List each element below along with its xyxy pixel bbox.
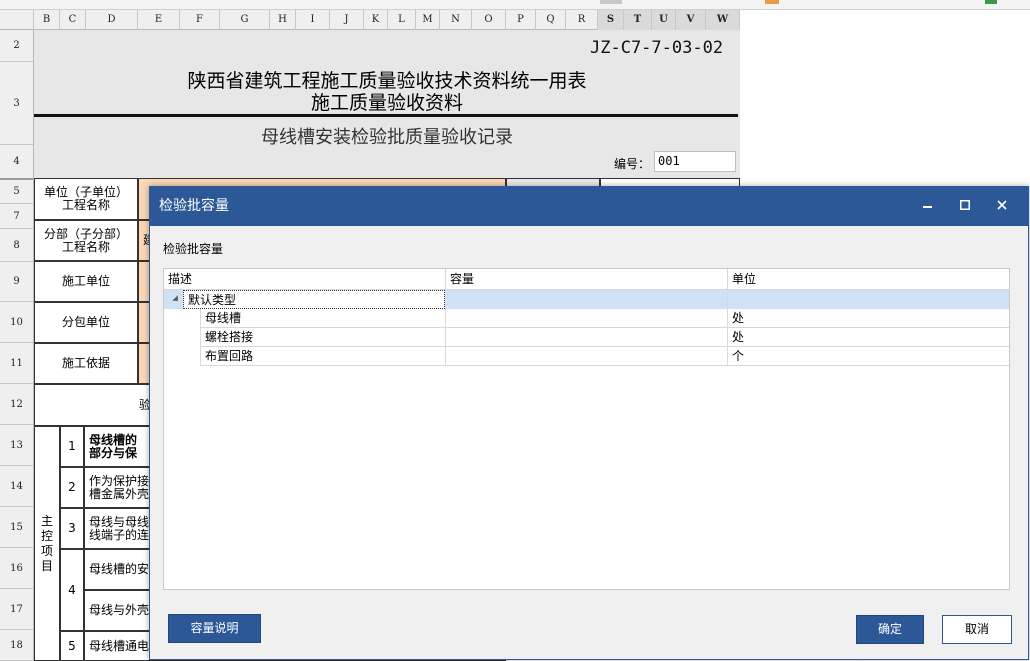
row-capacity[interactable]: [446, 309, 728, 328]
group-row[interactable]: 默认类型: [164, 290, 1009, 309]
row-capacity[interactable]: [446, 347, 728, 366]
row-header-bar: 2 3 4 5 7 8 9 10 11 12 13 14 15 16 17 18: [0, 30, 34, 661]
column-header[interactable]: J: [330, 10, 364, 30]
column-header[interactable]: W: [706, 10, 740, 30]
column-header[interactable]: C: [60, 10, 86, 30]
hidden-row-marker: [0, 178, 33, 180]
form-code: JZ-C7-7-03-02: [590, 38, 724, 58]
column-header[interactable]: H: [270, 10, 296, 30]
row-header[interactable]: 11: [0, 343, 33, 384]
select-all-corner[interactable]: [0, 10, 34, 30]
table-row[interactable]: 螺栓搭接 处: [164, 328, 1009, 347]
ribbon-edge: [0, 0, 1030, 10]
column-header[interactable]: I: [296, 10, 330, 30]
column-header-unit[interactable]: 单位: [728, 269, 1009, 290]
serial-number-cell[interactable]: 001: [654, 151, 736, 172]
row-unit[interactable]: 处: [728, 328, 1009, 347]
dialog-title: 检验批容量: [159, 198, 229, 214]
label-constructor[interactable]: 施工单位: [34, 261, 138, 302]
item-number[interactable]: 1: [60, 426, 84, 467]
column-header-capacity[interactable]: 容量: [446, 269, 728, 290]
column-header[interactable]: F: [180, 10, 220, 30]
dialog-titlebar[interactable]: 检验批容量: [150, 187, 1028, 226]
column-header[interactable]: R: [566, 10, 598, 30]
row-header[interactable]: 7: [0, 204, 33, 229]
serial-label: 编号：: [614, 157, 651, 171]
row-header[interactable]: 3: [0, 62, 33, 145]
row-capacity[interactable]: [446, 328, 728, 347]
row-header[interactable]: 18: [0, 630, 33, 661]
column-header[interactable]: V: [676, 10, 706, 30]
row-header[interactable]: 2: [0, 30, 33, 62]
item-number[interactable]: 4: [60, 549, 84, 631]
column-header[interactable]: Q: [536, 10, 566, 30]
column-header[interactable]: T: [624, 10, 652, 30]
close-icon[interactable]: [984, 187, 1020, 226]
title-rule: [34, 114, 738, 117]
column-header[interactable]: G: [220, 10, 270, 30]
column-header[interactable]: N: [440, 10, 472, 30]
row-description[interactable]: 螺栓搭接: [200, 328, 446, 347]
cancel-button[interactable]: 取消: [942, 615, 1012, 644]
minimize-icon[interactable]: [910, 187, 946, 226]
capacity-help-button[interactable]: 容量说明: [168, 614, 261, 643]
row-header[interactable]: 5: [0, 179, 33, 204]
table-row[interactable]: 母线槽 处: [164, 309, 1009, 328]
table-row[interactable]: 布置回路 个: [164, 347, 1009, 366]
row-unit[interactable]: 个: [728, 347, 1009, 366]
group-row-label[interactable]: 默认类型: [183, 290, 445, 309]
item-number[interactable]: 2: [60, 467, 84, 508]
ok-button[interactable]: 确定: [856, 615, 924, 644]
column-header[interactable]: P: [506, 10, 536, 30]
column-header[interactable]: O: [472, 10, 506, 30]
column-header[interactable]: B: [34, 10, 60, 30]
row-description[interactable]: 母线槽: [200, 309, 446, 328]
column-header[interactable]: U: [652, 10, 676, 30]
row-description[interactable]: 布置回路: [200, 347, 446, 366]
row-header[interactable]: 9: [0, 262, 33, 302]
row-header[interactable]: 13: [0, 425, 33, 466]
row-header[interactable]: 14: [0, 466, 33, 507]
item-number[interactable]: 5: [60, 631, 84, 661]
label-subcontractor[interactable]: 分包单位: [34, 302, 138, 343]
capacity-grid: 描述 容量 单位 默认类型 母线槽 处 螺栓搭接 处 布置回路 个: [163, 268, 1010, 590]
column-header-description[interactable]: 描述: [164, 269, 446, 290]
column-header[interactable]: E: [138, 10, 180, 30]
form-subtitle: 母线槽安装检验批质量验收记录: [261, 127, 513, 148]
label-basis[interactable]: 施工依据: [34, 343, 138, 384]
label-sub-project[interactable]: 分部（子分部） 工程名称: [34, 220, 138, 261]
row-header[interactable]: 16: [0, 548, 33, 589]
group-label: 检验批容量: [163, 242, 224, 256]
collapse-icon[interactable]: [172, 295, 178, 301]
row-header[interactable]: 17: [0, 589, 33, 630]
item-number[interactable]: 3: [60, 508, 84, 549]
label-unit-project[interactable]: 单位（子单位） 工程名称: [34, 178, 138, 220]
row-unit[interactable]: 处: [728, 309, 1009, 328]
row-header[interactable]: 4: [0, 145, 33, 179]
row-header[interactable]: 8: [0, 229, 33, 262]
row-header[interactable]: 10: [0, 302, 33, 343]
form-title-line2: 施工质量验收资料: [310, 92, 463, 114]
column-header[interactable]: L: [388, 10, 416, 30]
group-row-unit: [728, 290, 1009, 309]
main-items-label[interactable]: 主 控 项 目: [34, 426, 60, 661]
row-header[interactable]: 12: [0, 384, 33, 425]
capacity-dialog: 检验批容量 检验批容量 描述 容量 单位 默认类型 母线槽 处 螺栓搭接 处 布…: [149, 186, 1029, 660]
group-row-capacity: [446, 290, 728, 309]
column-header[interactable]: S: [598, 10, 624, 30]
column-header[interactable]: K: [364, 10, 388, 30]
maximize-icon[interactable]: [947, 187, 983, 226]
column-header[interactable]: M: [416, 10, 440, 30]
row-header[interactable]: 15: [0, 507, 33, 548]
column-header-bar: B C D E F G H I J K L M N O P Q R S T U …: [0, 10, 740, 30]
column-header[interactable]: D: [86, 10, 138, 30]
